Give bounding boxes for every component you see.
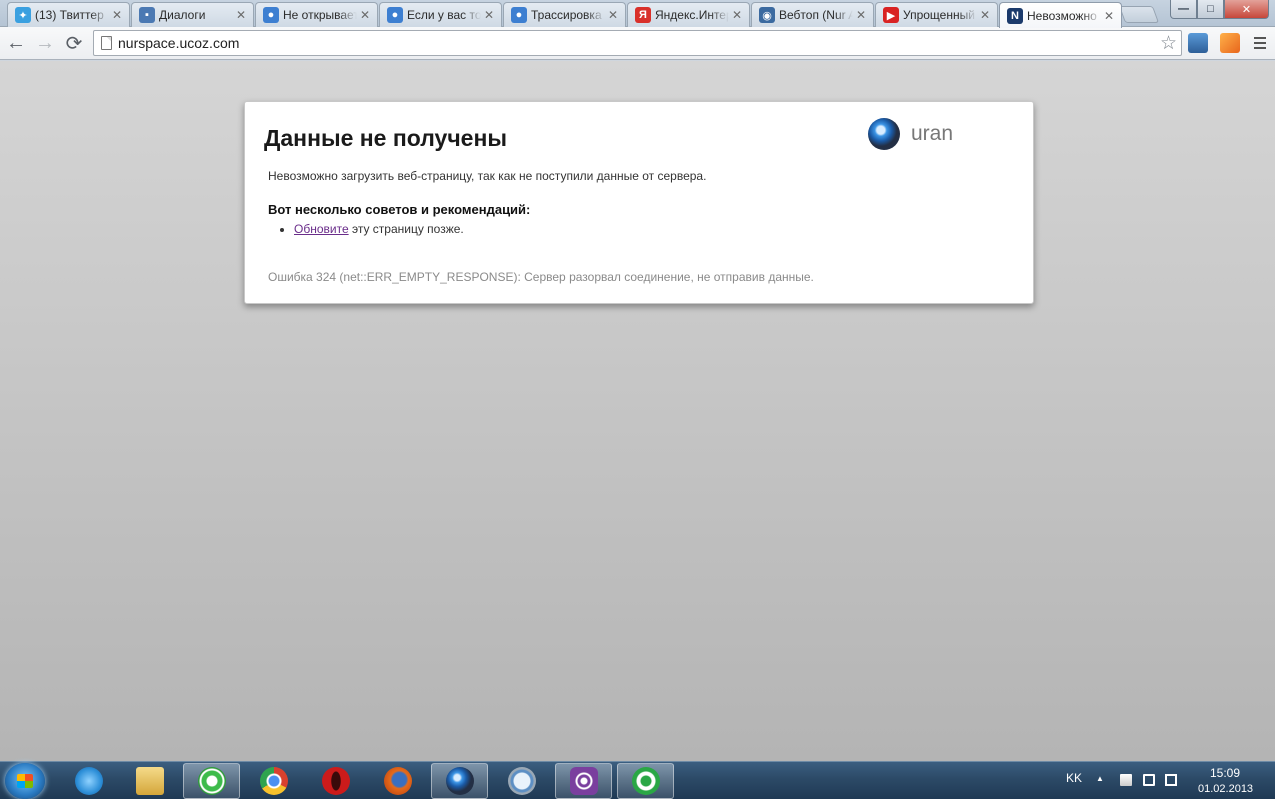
uran-icon	[445, 767, 474, 795]
brand: uran	[868, 118, 953, 150]
opera-icon	[321, 767, 350, 795]
tab-label: Упрощенный	[903, 8, 975, 22]
tab-label: Трассировка	[531, 8, 602, 22]
tab-close-icon[interactable]: ✕	[111, 8, 123, 22]
tab-traceroute[interactable]: ● Трассировка ✕	[503, 2, 626, 27]
maximize-button[interactable]: □	[1197, 0, 1224, 19]
tab-youtube[interactable]: ▶ Упрощенный ✕	[875, 2, 998, 27]
reload-button[interactable]: ⟳	[62, 32, 86, 55]
tab-label: Если у вас тормозит	[407, 8, 481, 22]
tab-close-icon[interactable]: ✕	[359, 8, 371, 22]
error-code: Ошибка 324 (net::ERR_EMPTY_RESPONSE): Се…	[268, 270, 814, 284]
webtop-icon: ◉	[759, 7, 775, 23]
page-icon	[101, 36, 112, 50]
tray-expand-icon[interactable]: ▲	[1096, 774, 1104, 783]
safari-icon	[507, 767, 536, 795]
tab-label: Невозможно	[1027, 8, 1097, 23]
back-button[interactable]: ←	[4, 32, 28, 54]
tab-webtop[interactable]: ◉ Вебтоп (Nur Astana) ✕	[751, 2, 874, 27]
forward-button[interactable]: →	[33, 32, 57, 54]
error-title: Данные не получены	[264, 125, 508, 151]
tips-heading: Вот несколько советов и рекомендаций:	[268, 202, 531, 217]
green-app-icon	[631, 767, 660, 795]
error-description: Невозможно загрузить веб-страницу, так к…	[268, 169, 707, 183]
webtop-extension-icon[interactable]	[1188, 33, 1208, 53]
chrome-icon	[259, 767, 288, 795]
wifi-app-icon	[569, 767, 598, 795]
tab-label: Не открывается	[283, 8, 357, 22]
rss-icon[interactable]	[1220, 33, 1240, 53]
device-icon[interactable]	[1143, 774, 1155, 786]
mail-agent-icon	[197, 767, 226, 795]
brand-name: uran	[911, 122, 954, 145]
network-icon[interactable]	[1165, 774, 1177, 786]
clock-time[interactable]: 15:09	[1210, 766, 1240, 780]
chat-icon: ▪	[139, 7, 155, 23]
people-icon: ●	[387, 7, 403, 23]
tab-close-icon[interactable]: ✕	[483, 8, 495, 22]
people-icon: ●	[263, 7, 279, 23]
taskbar-safari[interactable]	[493, 763, 550, 799]
people-icon: ●	[511, 7, 527, 23]
tab-label: (13) Твиттер	[35, 8, 104, 22]
tab-strip: ✦ (13) Твиттер ✕ ▪ Диалоги ✕ ● Не открыв…	[0, 0, 1275, 28]
yandex-icon: Я	[635, 7, 651, 23]
firefox-icon	[383, 767, 412, 795]
n-icon: N	[1007, 7, 1023, 24]
tab-yandex[interactable]: Я Яндекс.Интернет ✕	[627, 2, 750, 27]
tab-close-icon[interactable]: ✕	[855, 8, 867, 22]
tips-list: Обновите эту страницу позже.	[294, 222, 464, 236]
url-text[interactable]: nurspace.ucoz.com	[118, 35, 1160, 51]
tab-label: Диалоги	[159, 8, 206, 22]
taskbar-explorer[interactable]	[121, 763, 178, 799]
internet-explorer-icon	[74, 767, 103, 795]
taskbar-wifi-app[interactable]	[555, 763, 612, 799]
twitter-icon: ✦	[15, 7, 31, 23]
reload-link[interactable]: Обновите	[294, 222, 349, 236]
windows-logo-icon	[17, 774, 33, 788]
error-box: Данные не получены uran Невозможно загру…	[244, 101, 1034, 304]
tab-close-icon[interactable]: ✕	[235, 8, 247, 22]
language-indicator[interactable]: KK	[1066, 771, 1082, 785]
menu-icon[interactable]	[1250, 33, 1270, 53]
tip-item: Обновите эту страницу позже.	[294, 222, 464, 236]
tab-not-opening[interactable]: ● Не открывается ✕	[255, 2, 378, 27]
new-tab-button[interactable]	[1118, 6, 1160, 23]
taskbar-green-app[interactable]	[617, 763, 674, 799]
tab-if-slow[interactable]: ● Если у вас тормозит ✕	[379, 2, 502, 27]
tab-close-icon[interactable]: ✕	[1103, 9, 1115, 23]
tip-text: эту страницу позже.	[348, 222, 464, 236]
taskbar-opera[interactable]	[307, 763, 364, 799]
taskbar-ie[interactable]	[60, 763, 117, 799]
action-center-flag-icon[interactable]	[1120, 774, 1132, 786]
youtube-icon: ▶	[883, 7, 899, 23]
taskbar-chrome[interactable]	[245, 763, 302, 799]
browser-toolbar: ← → ⟳ nurspace.ucoz.com ☆	[0, 27, 1275, 60]
taskbar-firefox[interactable]	[369, 763, 426, 799]
tab-dialogs[interactable]: ▪ Диалоги ✕	[131, 2, 254, 27]
tab-active-error[interactable]: N Невозможно ✕	[999, 2, 1122, 28]
tab-close-icon[interactable]: ✕	[979, 8, 991, 22]
uran-logo-icon	[868, 118, 900, 150]
bookmark-star-icon[interactable]: ☆	[1160, 32, 1177, 55]
minimize-button[interactable]: —	[1170, 0, 1197, 19]
tab-close-icon[interactable]: ✕	[607, 8, 619, 22]
tab-label: Яндекс.Интернет	[655, 8, 729, 22]
start-button[interactable]	[5, 763, 45, 799]
clock-date[interactable]: 01.02.2013	[1198, 783, 1253, 795]
taskbar-uran[interactable]	[431, 763, 488, 799]
page-content: Данные не получены uran Невозможно загру…	[0, 61, 1275, 761]
tab-close-icon[interactable]: ✕	[731, 8, 743, 22]
taskbar: KK ▲ 15:09 01.02.2013	[0, 761, 1275, 799]
close-button[interactable]: ✕	[1224, 0, 1269, 19]
window-controls: — □ ✕	[1170, 0, 1269, 19]
tab-twitter[interactable]: ✦ (13) Твиттер ✕	[7, 2, 130, 27]
tab-label: Вебтоп (Nur Astana)	[779, 8, 853, 22]
file-explorer-icon	[135, 767, 164, 795]
address-bar[interactable]: nurspace.ucoz.com ☆	[93, 30, 1182, 56]
taskbar-mail-agent[interactable]	[183, 763, 240, 799]
